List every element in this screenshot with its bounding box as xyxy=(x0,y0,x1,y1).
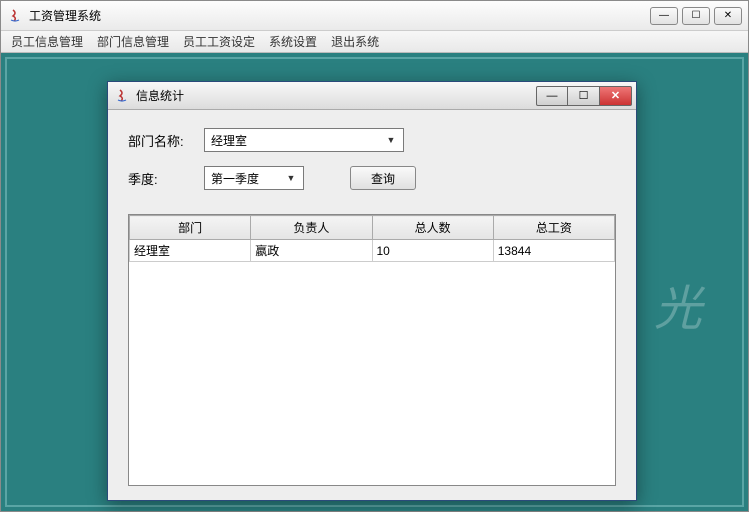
quarter-label: 季度: xyxy=(128,169,196,188)
dept-row: 部门名称: 经理室 ▼ xyxy=(128,128,616,152)
col-count: 总人数 xyxy=(372,216,493,240)
dept-value: 经理室 xyxy=(211,132,247,149)
menu-salary-setting[interactable]: 员工工资设定 xyxy=(177,31,261,52)
dialog-body: 部门名称: 经理室 ▼ 季度: 第一季度 ▼ 查询 xyxy=(108,110,636,500)
close-button[interactable]: ✕ xyxy=(714,7,742,25)
dialog-window-controls: — ☐ ✕ xyxy=(536,86,632,106)
main-titlebar: 工资管理系统 — ☐ ✕ xyxy=(1,1,748,31)
menubar: 员工信息管理 部门信息管理 员工工资设定 系统设置 退出系统 xyxy=(1,31,748,53)
stats-dialog: 信息统计 — ☐ ✕ 部门名称: 经理室 ▼ xyxy=(107,81,637,501)
table-header-row: 部门 负责人 总人数 总工资 xyxy=(130,216,615,240)
dialog-minimize-button[interactable]: — xyxy=(536,86,568,106)
col-salary: 总工资 xyxy=(493,216,614,240)
quarter-row: 季度: 第一季度 ▼ 查询 xyxy=(128,166,616,190)
table-row[interactable]: 经理室 嬴政 10 13844 xyxy=(130,240,615,262)
result-table: 部门 负责人 总人数 总工资 经理室 嬴政 10 xyxy=(129,215,615,262)
watermark: 光 xyxy=(654,269,702,339)
menu-dept-info[interactable]: 部门信息管理 xyxy=(91,31,175,52)
java-icon xyxy=(7,8,23,24)
menu-system-settings[interactable]: 系统设置 xyxy=(263,31,323,52)
maximize-button[interactable]: ☐ xyxy=(682,7,710,25)
cell-leader: 嬴政 xyxy=(251,240,372,262)
menu-employee-info[interactable]: 员工信息管理 xyxy=(5,31,89,52)
quarter-combo[interactable]: 第一季度 ▼ xyxy=(204,166,304,190)
cell-dept: 经理室 xyxy=(130,240,251,262)
chevron-down-icon: ▼ xyxy=(383,132,399,148)
content-inner: 光 信息统计 — ☐ ✕ xyxy=(5,57,744,507)
java-icon xyxy=(114,88,130,104)
dept-combo[interactable]: 经理室 ▼ xyxy=(204,128,404,152)
dialog-titlebar: 信息统计 — ☐ ✕ xyxy=(108,82,636,110)
dialog-close-button[interactable]: ✕ xyxy=(600,86,632,106)
menu-exit[interactable]: 退出系统 xyxy=(325,31,385,52)
main-window: 工资管理系统 — ☐ ✕ 员工信息管理 部门信息管理 员工工资设定 系统设置 退… xyxy=(0,0,749,512)
result-table-wrap: 部门 负责人 总人数 总工资 经理室 嬴政 10 xyxy=(128,214,616,486)
cell-count: 10 xyxy=(372,240,493,262)
col-dept: 部门 xyxy=(130,216,251,240)
dialog-maximize-button[interactable]: ☐ xyxy=(568,86,600,106)
quarter-value: 第一季度 xyxy=(211,170,259,187)
chevron-down-icon: ▼ xyxy=(283,170,299,186)
main-window-controls: — ☐ ✕ xyxy=(650,7,742,25)
main-title: 工资管理系统 xyxy=(29,7,101,24)
content-area: 光 信息统计 — ☐ ✕ xyxy=(1,53,748,511)
query-button[interactable]: 查询 xyxy=(350,166,416,190)
col-leader: 负责人 xyxy=(251,216,372,240)
dialog-title: 信息统计 xyxy=(136,87,184,104)
cell-salary: 13844 xyxy=(493,240,614,262)
dept-label: 部门名称: xyxy=(128,131,196,150)
minimize-button[interactable]: — xyxy=(650,7,678,25)
